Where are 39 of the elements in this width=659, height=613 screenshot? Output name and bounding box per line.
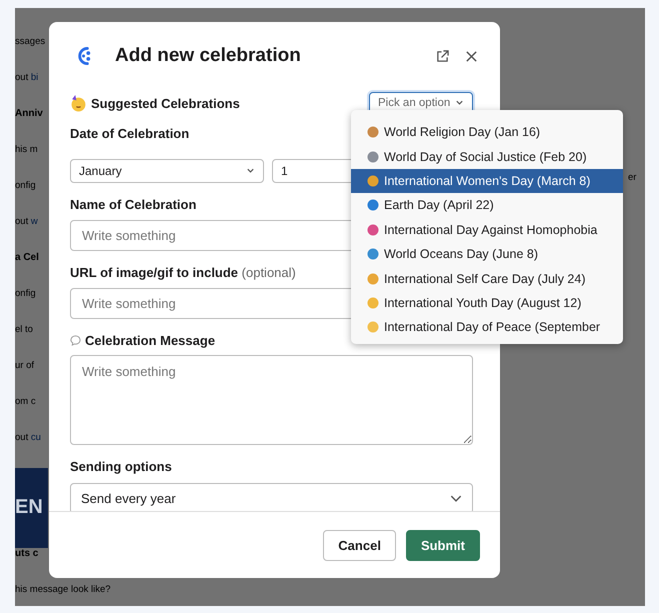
party-face-icon — [70, 94, 87, 112]
menu-option[interactable]: International Women's Day (March 8) — [351, 168, 623, 194]
chevron-down-icon — [450, 495, 462, 502]
background-text: a Cel — [15, 252, 39, 263]
submit-button[interactable]: Submit — [406, 530, 480, 560]
background-text: ur of — [15, 360, 34, 371]
cancel-button[interactable]: Cancel — [323, 530, 396, 560]
menu-option[interactable]: World Religion Day (Jan 16) — [351, 120, 623, 144]
background-text: out bi — [15, 72, 38, 83]
background-text: out cu — [15, 432, 41, 443]
chevron-down-icon — [455, 100, 464, 106]
dialog-title: Add new celebration — [115, 45, 302, 67]
background-text: onfig — [15, 180, 36, 191]
menu-option[interactable]: Earth Day (April 22) — [351, 193, 623, 218]
field-label: Celebration Message — [85, 333, 216, 348]
message-textarea[interactable]: Write something — [70, 355, 473, 445]
speech-bubble-icon — [70, 335, 81, 346]
field-label: Date of Celebration — [70, 126, 190, 141]
background-text: el to — [15, 324, 33, 335]
close-icon[interactable] — [465, 50, 478, 62]
background-text: his m — [15, 144, 38, 155]
background-text: his message look like? — [15, 584, 111, 595]
chevron-down-icon — [246, 168, 255, 174]
menu-option[interactable]: World Day of Social Justice (Feb 20) — [351, 144, 623, 169]
menu-option[interactable]: International Self Care Day (July 24) — [351, 266, 623, 291]
field-label: URL of image/gif to include (optional) — [70, 265, 296, 280]
background-text: out w — [15, 216, 38, 227]
field-label: Name of Celebration — [70, 197, 196, 212]
background-text: onfig — [15, 288, 36, 299]
external-link-icon[interactable] — [436, 50, 449, 62]
background-text: om c — [15, 396, 36, 407]
field-label: Sending options — [70, 459, 172, 474]
background-text: er — [628, 172, 636, 183]
sending-select[interactable]: Send every year — [70, 483, 473, 511]
month-select[interactable]: January — [70, 159, 264, 183]
background-text: uts c — [15, 548, 38, 559]
background-text: ssages — [15, 36, 46, 47]
background-text: Anniv — [15, 108, 43, 119]
field-label: Suggested Celebrations — [91, 96, 241, 110]
